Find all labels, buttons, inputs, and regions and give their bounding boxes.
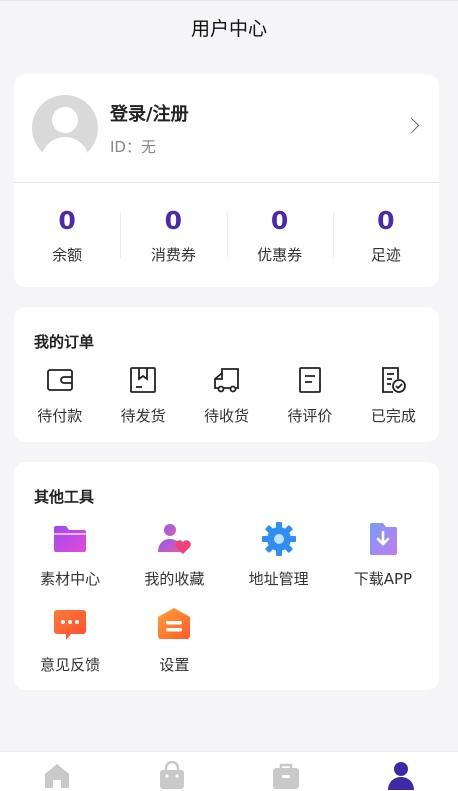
favorite-user-icon [158,524,192,554]
gear-icon [261,522,296,556]
tool-label: 意见反馈 [40,656,101,674]
stat-label: 余额 [52,245,83,264]
tool-my-favorites[interactable]: 我的收藏 [122,520,226,606]
stat-value: 0 [270,205,289,235]
tools-title: 其他工具 [34,488,95,506]
tab-profile[interactable] [344,752,458,791]
avatar[interactable] [32,95,98,161]
tool-feedback[interactable]: 意见反馈 [18,606,122,692]
folder-icon [54,526,87,552]
order-items: 待付款 待发货 待收货 待评价 已完成 [14,365,439,426]
stat-label: 优惠券 [257,245,303,264]
user-card: 登录/注册 ID：无 0 余额 0 消费券 0 优惠券 0 足迹 [14,74,439,287]
tab-materials[interactable] [229,752,344,791]
stat-value: 0 [377,205,395,235]
order-pending-payment[interactable]: 待付款 [18,365,101,426]
order-label: 待付款 [37,407,83,425]
tool-material-center[interactable]: 素材中心 [18,520,122,606]
stat-value: 0 [58,205,76,235]
tool-label: 我的收藏 [144,570,205,588]
tool-label: 下载APP [353,570,413,588]
order-label: 待发货 [120,407,166,425]
login-register-link[interactable]: 登录/注册 [110,100,189,126]
orders-card: 我的订单 待付款 待发货 待收货 待评价 已完成 [14,307,439,442]
page-title: 用户中心 [190,18,267,40]
orders-title: 我的订单 [34,333,95,351]
order-pending-review[interactable]: 待评价 [268,365,351,426]
box-icon [130,367,157,393]
user-icon [387,762,414,790]
settings-box-icon [158,608,191,639]
truck-icon [213,368,239,393]
stat-footprints[interactable]: 0 足迹 [332,205,439,265]
tool-label: 素材中心 [40,570,101,588]
order-pending-receipt[interactable]: 待收货 [185,365,268,426]
order-label: 已完成 [370,407,416,425]
briefcase-icon [273,763,300,789]
tool-grid: 素材中心 我的收藏 地址管理 下载APP 意见反馈 设置 [14,520,439,692]
tools-card: 其他工具 素材中心 我的收藏 地址管理 下载APP 意见反馈 设置 [14,462,439,690]
stat-coupons[interactable]: 0 优惠券 [226,205,333,265]
order-completed[interactable]: 已完成 [352,365,435,426]
home-icon [45,764,70,788]
wallet-icon [46,369,73,391]
login-row[interactable]: 登录/注册 ID：无 [14,74,439,182]
tool-address-management[interactable]: 地址管理 [227,520,331,606]
tab-home[interactable] [0,752,115,791]
order-label: 待评价 [287,407,333,425]
order-pending-shipment[interactable]: 待发货 [101,365,184,426]
chevron-right-icon[interactable] [403,117,420,134]
tool-label: 设置 [159,656,190,674]
order-label: 待收货 [204,407,250,425]
stat-vouchers[interactable]: 0 消费券 [120,206,226,265]
user-id: ID：无 [110,137,156,156]
user-info: 登录/注册 ID：无 [110,100,189,157]
shopping-bag-icon [159,760,184,789]
download-file-icon [369,523,397,555]
page-header: 用户中心 [0,0,458,54]
tab-shop[interactable] [115,752,230,791]
stat-value: 0 [164,205,183,235]
stat-balance[interactable]: 0 余额 [14,206,120,265]
stat-label: 消费券 [150,245,196,264]
chat-bubble-icon [54,610,87,640]
stats-row: 0 余额 0 消费券 0 优惠券 0 足迹 [14,183,439,287]
checklist-icon [382,367,407,393]
tool-label: 地址管理 [248,570,309,588]
stat-label: 足迹 [370,245,401,264]
tool-download-app[interactable]: 下载APP [331,520,435,606]
note-icon [299,367,321,393]
tool-settings[interactable]: 设置 [122,606,226,692]
bottom-tab-bar [0,751,458,791]
